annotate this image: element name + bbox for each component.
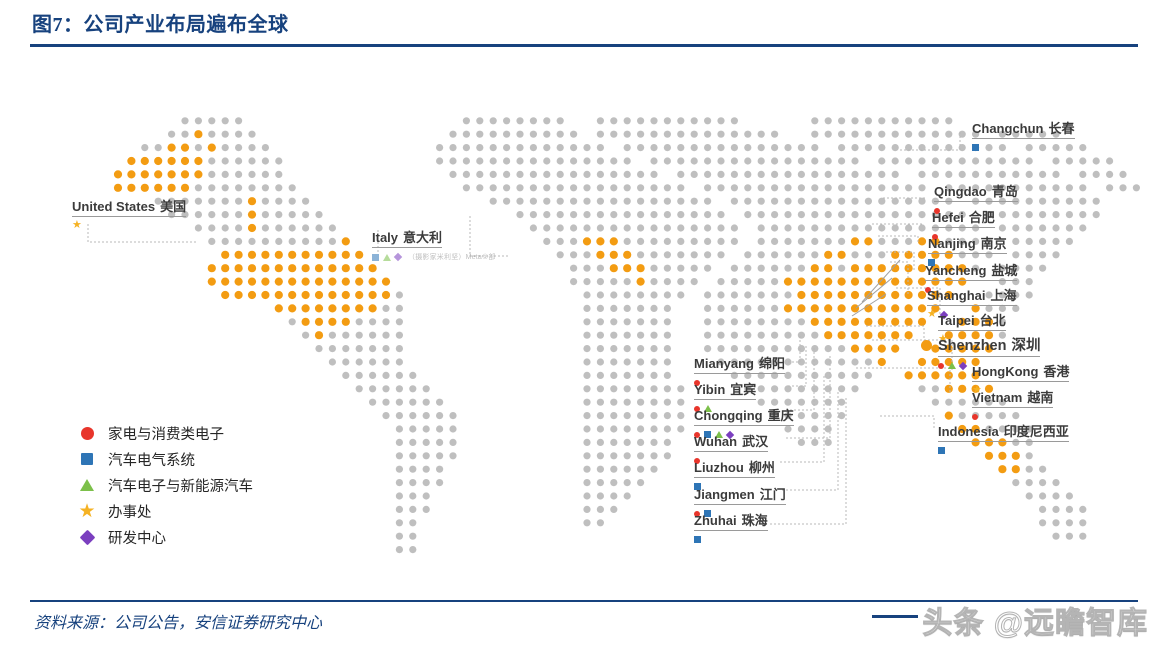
- city-name-wuhan: Wuhan 武汉: [694, 434, 769, 452]
- city-name-hongkong: HongKong 香港: [972, 364, 1070, 382]
- legend-item-0[interactable]: 家电与消费类电子: [76, 420, 253, 446]
- diamond-icon: [393, 252, 403, 262]
- city-name-italy: Italy 意大利: [372, 230, 443, 248]
- city-markers: [972, 411, 1053, 422]
- square-icon: [694, 536, 701, 543]
- city-name-united-states: United States 美国: [72, 199, 187, 217]
- city-name-chongqing: Chongqing 重庆: [694, 408, 794, 426]
- star-icon: ★: [927, 308, 937, 320]
- city-markers: [972, 142, 1075, 153]
- italy-watermark-text: （摄影家米利坚）Meta①部: [408, 254, 496, 261]
- city-name-nanjing: Nanjing 南京: [928, 236, 1007, 254]
- city-name-jiangmen: Jiangmen 江门: [694, 487, 786, 505]
- city-name-shanghai: Shanghai 上海: [927, 288, 1017, 306]
- city-markers: [938, 445, 1069, 456]
- city-name-shenzhen: Shenzhen 深圳: [938, 339, 1041, 357]
- triangle-icon: [948, 362, 956, 369]
- legend-item-1[interactable]: 汽车电气系统: [76, 446, 253, 472]
- city-label-zhuhai[interactable]: Zhuhai 珠海: [694, 512, 768, 545]
- city-name-taipei: Taipei 台北: [938, 313, 1006, 331]
- watermark-dash: [872, 615, 918, 618]
- city-name-yibin: Yibin 宜宾: [694, 382, 757, 400]
- city-label-vietnam[interactable]: Vietnam 越南: [972, 389, 1054, 422]
- source-note: 资料来源：公司公告，安信证券研究中心: [34, 615, 323, 632]
- city-label-united-states[interactable]: United States 美国 ★: [72, 198, 187, 231]
- square-icon: [76, 448, 98, 470]
- city-markers: [694, 534, 768, 545]
- highlight-dot-icon: [921, 340, 932, 351]
- legend: 家电与消费类电子 汽车电气系统 汽车电子与新能源汽车 ★ 办事处 研发中心: [76, 420, 253, 550]
- watermark: 头条 @远瞻智库: [922, 607, 1148, 641]
- world-map: United States 美国 ★ Italy 意大利 （摄影家米利坚）Meta①…: [0, 56, 1168, 596]
- page-title: 图7：公司产业布局遍布全球: [32, 14, 289, 36]
- city-name-indonesia: Indonesia 印度尼西亚: [938, 424, 1069, 442]
- city-markers: ★: [72, 220, 186, 231]
- square-icon: [938, 447, 945, 454]
- city-name-liuzhou: Liuzhou 柳州: [694, 460, 775, 478]
- city-label-indonesia[interactable]: Indonesia 印度尼西亚: [938, 423, 1069, 456]
- city-name-yancheng: Yancheng 盐城: [925, 263, 1018, 281]
- city-label-changchun[interactable]: Changchun 长春: [972, 120, 1075, 153]
- triangle-icon: [383, 253, 391, 261]
- title-divider: [30, 44, 1138, 47]
- legend-item-3[interactable]: ★ 办事处: [76, 498, 253, 524]
- star-icon: ★: [72, 219, 82, 231]
- city-name-zhuhai: Zhuhai 珠海: [694, 513, 768, 531]
- star-icon: ★: [78, 500, 96, 522]
- square-icon: [972, 144, 979, 151]
- legend-item-2[interactable]: 汽车电子与新能源汽车: [76, 472, 253, 498]
- city-name-mianyang: Mianyang 绵阳: [694, 356, 785, 374]
- legend-item-4[interactable]: 研发中心: [76, 524, 253, 550]
- circle-icon: [76, 422, 98, 444]
- city-name-vietnam: Vietnam 越南: [972, 390, 1054, 408]
- diamond-icon: [958, 361, 968, 370]
- city-name-qingdao: Qingdao 青岛: [934, 184, 1018, 202]
- italy-sub-markers: （摄影家米利坚）Meta①部: [372, 252, 496, 262]
- circle-icon: [938, 362, 944, 369]
- diamond-icon: [76, 526, 98, 548]
- circle-icon: [972, 413, 978, 420]
- triangle-icon: [76, 474, 98, 496]
- city-name-hefei: Hefei 合肥: [932, 210, 995, 228]
- city-name-changchun: Changchun 长春: [972, 121, 1075, 139]
- city-label-italy[interactable]: Italy 意大利 （摄影家米利坚）Meta①部: [372, 229, 496, 262]
- square-icon: [372, 253, 379, 261]
